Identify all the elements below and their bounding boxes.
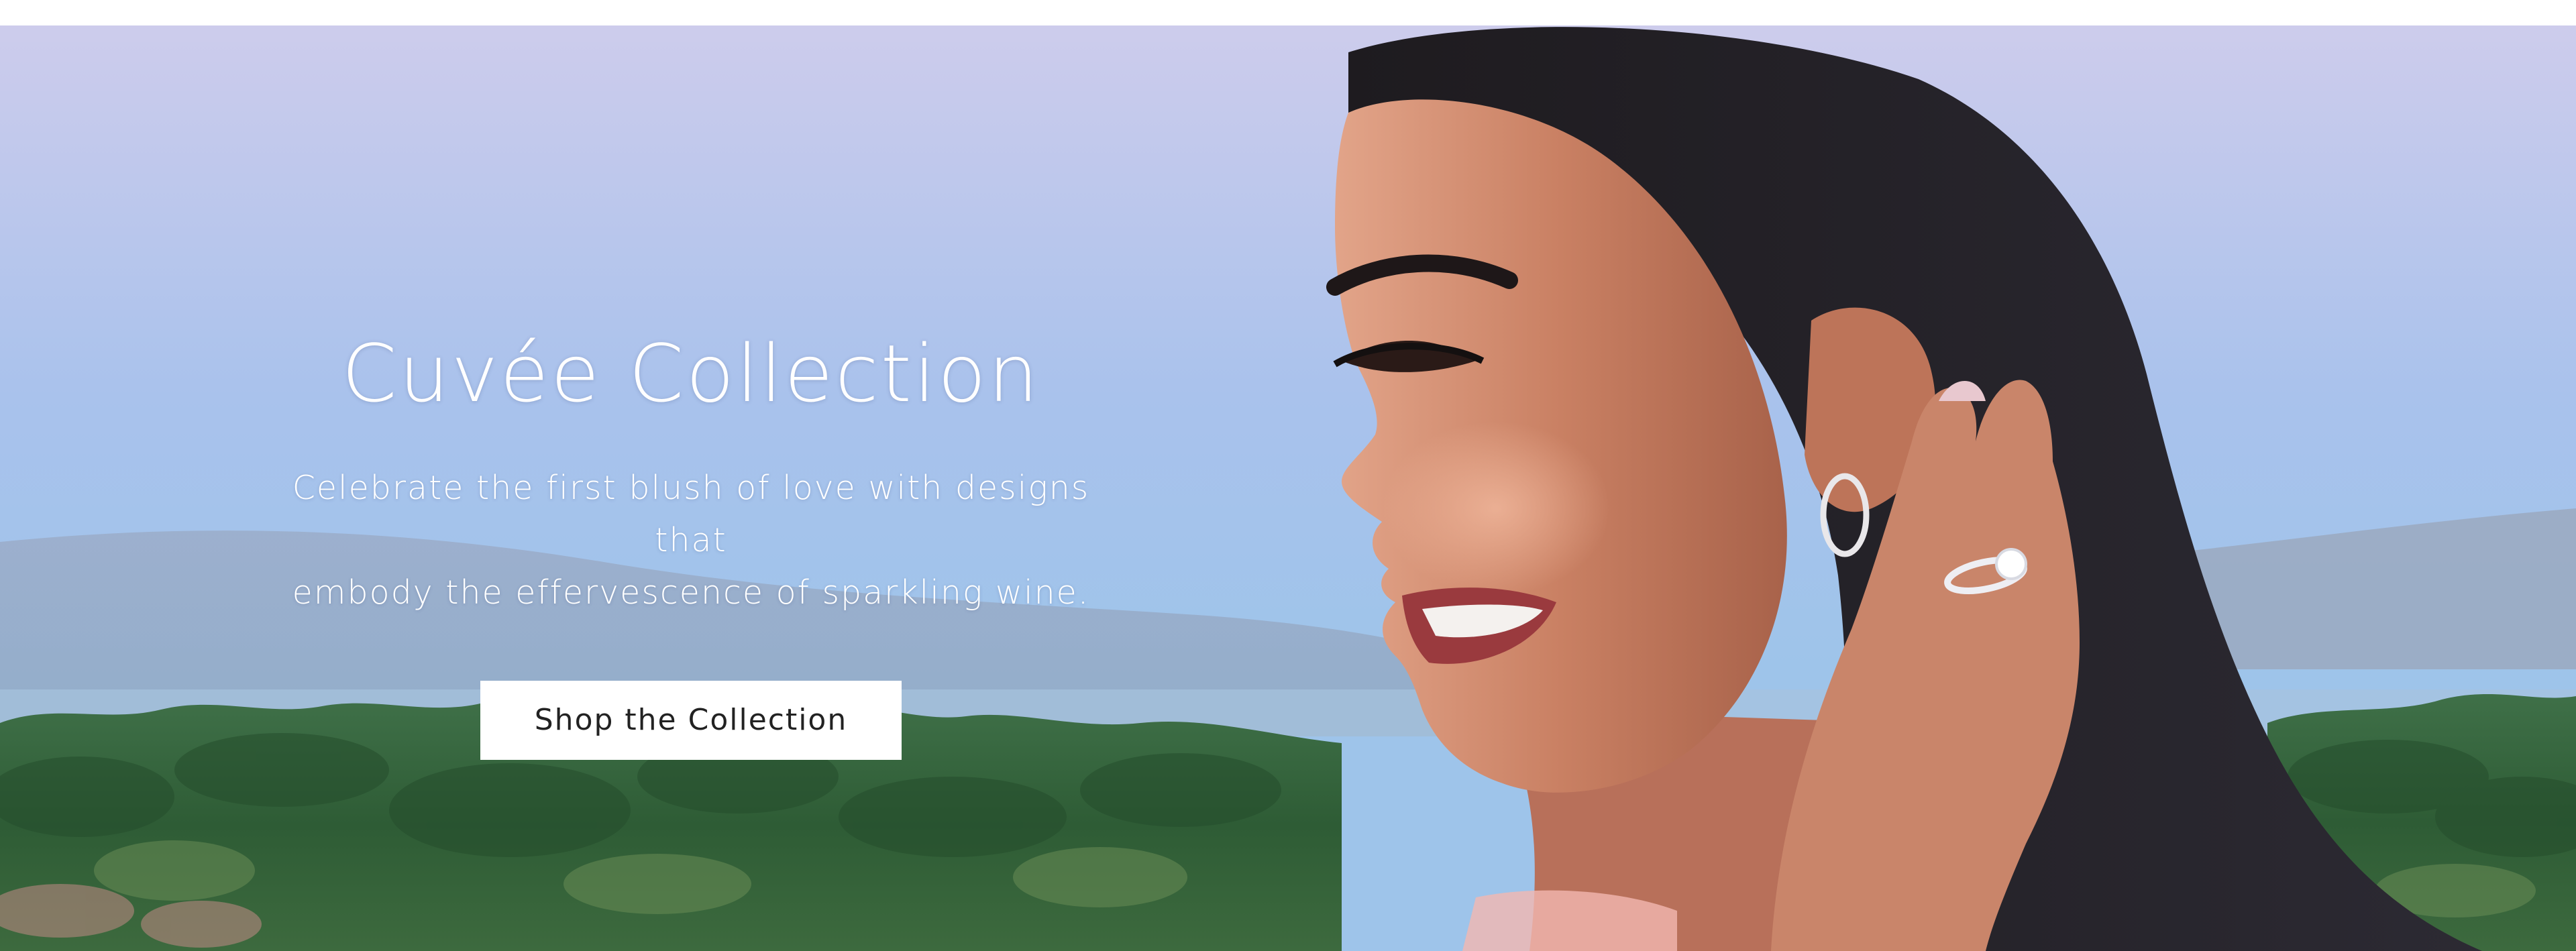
hero-title: Cuvée Collection [341,327,1040,420]
hero-subtitle: Celebrate the first blush of love with d… [255,462,1127,619]
page: Cuvée Collection Celebrate the first blu… [0,0,2576,951]
shop-the-collection-button[interactable]: Shop the Collection [480,680,902,760]
hero-banner: Cuvée Collection Celebrate the first blu… [0,25,2576,951]
hero-copy: Cuvée Collection Celebrate the first blu… [255,327,1127,760]
top-strip [0,0,2576,25]
hero-subtitle-line-1: Celebrate the first blush of love with d… [292,468,1090,559]
hero-subtitle-line-2: embody the effervescence of sparkling wi… [292,573,1090,612]
